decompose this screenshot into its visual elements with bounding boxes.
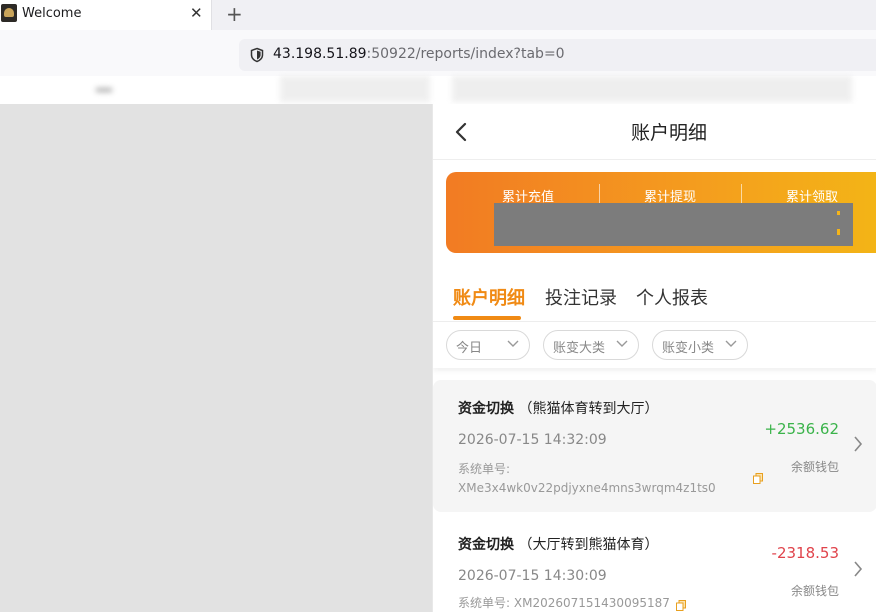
record-card[interactable]: 资金切换 （熊猫体育转到大厅） 2026-07-15 14:32:09 系统单号…	[433, 380, 876, 512]
browser-tab-strip: Welcome ✕ +	[0, 0, 876, 30]
chevron-right-icon	[854, 561, 863, 577]
shield-icon	[250, 47, 264, 63]
active-tab-indicator	[453, 316, 521, 320]
record-card[interactable]: 资金切换 （大厅转到熊猫体育） 2026-07-15 14:30:09 系统单号…	[433, 516, 876, 612]
url-text: 43.198.51.89:50922/reports/index?tab=0	[273, 46, 565, 62]
tab-personal-report[interactable]: 个人报表	[636, 284, 708, 310]
tab-bet-records[interactable]: 投注记录	[545, 284, 617, 310]
chevron-down-icon	[507, 340, 519, 347]
filter-label: 今日	[456, 341, 483, 356]
record-order: 系统单号: XMe3x4wk0v22pdjyxne4mns3wrqm4z1ts0	[458, 460, 716, 498]
record-order: 系统单号: XM202607151430095187	[458, 594, 670, 612]
order-number: XM202607151430095187	[513, 596, 670, 610]
account-detail-panel: 账户明细 累计充值 累计提现 累计领取 账户明细 投注记录 个人报表 今日 账变…	[432, 104, 876, 612]
filter-category-dropdown[interactable]: 账变大类	[543, 330, 639, 360]
filter-subcategory-dropdown[interactable]: 账变小类	[652, 330, 748, 360]
page-background-panel	[0, 104, 432, 612]
blurred-fragment	[280, 76, 430, 102]
mask-artifact	[837, 211, 840, 215]
page-title: 账户明细	[630, 122, 707, 144]
summary-banner: 累计充值 累计提现 累计领取	[446, 172, 876, 253]
record-detail: （熊猫体育转到大厅）	[518, 401, 659, 417]
record-amount: +2536.62	[764, 420, 839, 438]
record-type: 资金切换	[458, 537, 514, 553]
record-date: 2026-07-15 14:30:09	[458, 568, 607, 584]
browser-tab[interactable]: Welcome ✕	[0, 0, 212, 30]
chevron-down-icon	[725, 340, 737, 347]
filter-label: 账变小类	[662, 341, 715, 356]
mask-artifact	[837, 229, 840, 235]
url-host: 43.198.51.89	[273, 46, 367, 62]
filter-bar: 今日 账变大类 账变小类	[433, 322, 876, 368]
record-wallet: 余额钱包	[790, 460, 839, 474]
record-amount: -2318.53	[771, 544, 839, 562]
blurred-fragment	[96, 88, 112, 92]
record-title: 资金切换 （熊猫体育转到大厅）	[458, 398, 658, 418]
record-type: 资金切换	[458, 401, 514, 417]
copy-icon[interactable]	[676, 600, 686, 611]
copy-icon[interactable]	[753, 473, 763, 484]
blurred-fragment	[452, 76, 852, 102]
record-title: 资金切换 （大厅转到熊猫体育）	[458, 534, 658, 554]
url-path: :50922/reports/index?tab=0	[366, 46, 565, 62]
new-tab-button[interactable]: +	[226, 2, 243, 26]
order-label: 系统单号:	[458, 596, 511, 610]
chevron-down-icon	[616, 340, 628, 347]
tab-title: Welcome	[22, 6, 82, 21]
record-tabs: 账户明细 投注记录 个人报表	[433, 266, 876, 322]
order-label: 系统单号:	[458, 462, 511, 476]
site-favicon-icon	[1, 4, 17, 22]
chevron-right-icon	[854, 436, 863, 452]
filter-label: 账变大类	[553, 341, 606, 356]
address-bar[interactable]: 43.198.51.89:50922/reports/index?tab=0	[239, 39, 876, 71]
record-wallet: 余额钱包	[790, 584, 839, 598]
tab-account-detail[interactable]: 账户明细	[453, 284, 525, 310]
order-number: XMe3x4wk0v22pdjyxne4mns3wrqm4z1ts0	[458, 481, 716, 495]
filter-date-dropdown[interactable]: 今日	[446, 330, 530, 360]
page-header: 账户明细	[433, 104, 876, 160]
browser-toolbar: 43.198.51.89:50922/reports/index?tab=0	[0, 30, 876, 76]
record-detail: （大厅转到熊猫体育）	[518, 537, 659, 553]
tab-close-icon[interactable]: ✕	[190, 4, 203, 22]
redacted-values-mask	[494, 203, 853, 246]
record-date: 2026-07-15 14:32:09	[458, 432, 607, 448]
